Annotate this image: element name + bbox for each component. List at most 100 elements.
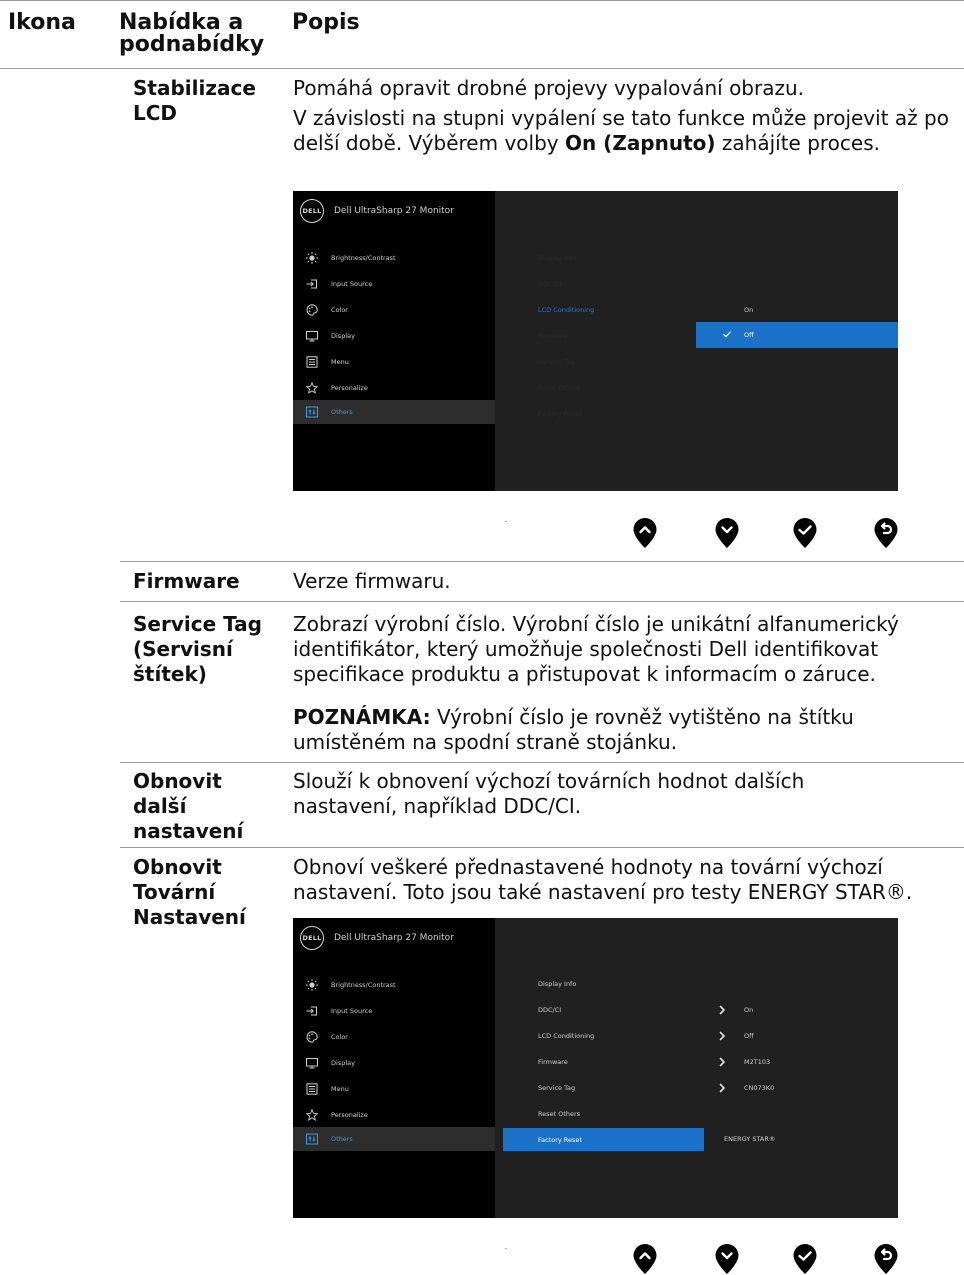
top-rule — [0, 0, 964, 1]
osd-menu-personalize[interactable]: Personalize — [293, 1103, 495, 1127]
star-icon — [306, 1109, 318, 1121]
osd-sub-service-tag[interactable]: Service Tag — [538, 1083, 575, 1093]
check-icon — [723, 331, 732, 338]
desc-lcd-p2-bold: On (Zapnuto) — [564, 131, 716, 155]
osd-menu-label: Others — [331, 408, 353, 416]
osd-menu-input-source[interactable]: Input Source — [293, 272, 495, 296]
osd-menu-color[interactable]: Color — [293, 298, 495, 322]
desc-lcd-p2-end: zahájíte proces. — [715, 131, 880, 155]
check-button-icon[interactable] — [792, 1243, 818, 1275]
osd-option-on[interactable]: On — [744, 305, 753, 315]
osd-buttons-1 — [632, 517, 902, 549]
osd-sub-reset-others[interactable]: Reset Others — [538, 383, 580, 393]
label-factory-reset: Obnovit Tovární Nastavení — [133, 855, 246, 929]
osd-value-lcd-conditioning: Off — [744, 1032, 754, 1040]
osd-menu-display[interactable]: Display — [293, 1051, 495, 1075]
chevron-right-icon — [719, 1005, 726, 1015]
chevron-right-icon — [719, 1031, 726, 1041]
osd-factory-reset: DELL Dell UltraSharp 27 Monitor Brightne… — [293, 918, 898, 1218]
osd-menu-brightness[interactable]: Brightness/Contrast — [293, 246, 495, 270]
menu-list-icon — [306, 356, 318, 368]
osd-menu-label: Brightness/Contrast — [331, 254, 396, 262]
back-button-icon[interactable] — [873, 1243, 899, 1275]
label-service-tag: Service Tag (Servisní štítek) — [133, 612, 262, 686]
display-icon — [306, 1058, 318, 1069]
osd-sub-firmware[interactable]: Firmware — [538, 1057, 568, 1067]
osd-menu-others[interactable]: Others — [293, 400, 495, 424]
osd-value-ddc-ci: On — [744, 1006, 754, 1014]
header-menu: Nabídka a podnabídky — [119, 10, 265, 57]
color-palette-icon — [306, 1031, 318, 1043]
osd-menu-label: Display — [331, 1059, 355, 1067]
brightness-icon — [306, 252, 318, 264]
osd-sub-ddc-ci[interactable]: DDC/CI — [538, 1005, 561, 1015]
star-icon — [306, 382, 318, 394]
osd-menu-label: Menu — [331, 1085, 349, 1093]
display-icon — [306, 331, 318, 342]
row-rule — [120, 601, 964, 602]
desc-lcd-conditioning: Pomáhá opravit drobné projevy vypalování… — [293, 76, 958, 156]
header-icon: Ikona — [8, 10, 76, 35]
osd-menu-others[interactable]: Others — [293, 1127, 495, 1151]
label-firmware: Firmware — [133, 569, 240, 593]
osd-menu-label: Display — [331, 332, 355, 340]
row-rule — [120, 847, 964, 848]
note-label: POZNÁMKA: — [293, 705, 431, 729]
desc-service-p1: Zobrazí výrobní číslo. Výrobní číslo je … — [293, 612, 899, 686]
desc-lcd-p1: Pomáhá opravit drobné projevy vypalování… — [293, 76, 805, 100]
osd-option-off[interactable]: Off — [696, 322, 898, 348]
down-button-icon[interactable] — [714, 1243, 740, 1275]
others-icon — [306, 406, 318, 418]
header-rule — [0, 68, 964, 69]
osd-sub-factory-reset[interactable]: Factory Reset — [538, 409, 582, 419]
color-palette-icon — [306, 304, 318, 316]
input-source-icon — [306, 1006, 317, 1016]
down-button-icon[interactable] — [714, 517, 740, 549]
osd-lcd-conditioning: DELL Dell UltraSharp 27 Monitor Brightne… — [293, 191, 898, 491]
osd-sub-service-tag[interactable]: Service Tag — [538, 357, 575, 367]
osd-menu-menu[interactable]: Menu — [293, 350, 495, 374]
osd-menu-label: Brightness/Contrast — [331, 981, 396, 989]
osd-menu-label: Personalize — [331, 384, 368, 392]
osd-sub-lcd-conditioning[interactable]: LCD Conditioning — [538, 305, 594, 315]
osd-sub-ddc-ci[interactable]: DDC/CI — [538, 279, 561, 289]
others-icon — [306, 1133, 318, 1145]
osd-menu-display[interactable]: Display — [293, 324, 495, 348]
dell-logo: DELL — [300, 926, 324, 950]
desc-reset-others: Slouží k obnovení výchozí továrních hodn… — [293, 769, 805, 818]
label-reset-others: Obnovit další nastavení — [133, 769, 244, 843]
check-button-icon[interactable] — [792, 517, 818, 549]
up-button-icon[interactable] — [632, 1243, 658, 1275]
osd-value-firmware: M2T103 — [744, 1058, 771, 1066]
osd-sub-lcd-conditioning[interactable]: LCD Conditioning — [538, 1031, 594, 1041]
osd-menu-label: Color — [331, 1033, 348, 1041]
chevron-right-icon — [719, 1057, 726, 1067]
osd-value-service-tag: CN073K0 — [744, 1084, 775, 1092]
osd-sub-display-info[interactable]: Display Info — [538, 979, 576, 989]
menu-list-icon — [306, 1083, 318, 1095]
osd-menu-input-source[interactable]: Input Source — [293, 999, 495, 1023]
osd-title: Dell UltraSharp 27 Monitor — [334, 206, 454, 216]
brightness-icon — [306, 979, 318, 991]
osd-sub-factory-reset[interactable]: Factory Reset — [503, 1128, 704, 1151]
desc-service-note: POZNÁMKA: Výrobní číslo je rovněž vytišt… — [293, 705, 893, 755]
header-description: Popis — [292, 10, 360, 35]
osd-sub-display-info[interactable]: Display Info — [538, 253, 576, 263]
dell-logo: DELL — [300, 199, 324, 223]
osd-menu-brightness[interactable]: Brightness/Contrast — [293, 973, 495, 997]
osd-menu-menu[interactable]: Menu — [293, 1077, 495, 1101]
osd-value-energy-star: ENERGY STAR® — [724, 1135, 776, 1143]
osd-menu-label: Input Source — [331, 1007, 373, 1015]
row-rule — [120, 762, 964, 763]
up-button-icon[interactable] — [632, 517, 658, 549]
osd-sub-label: Factory Reset — [538, 1136, 582, 1144]
osd-sub-reset-others[interactable]: Reset Others — [538, 1109, 580, 1119]
chevron-right-icon — [719, 1083, 726, 1093]
osd-menu-label: Color — [331, 306, 348, 314]
osd-option-label: Off — [744, 331, 754, 339]
osd-sub-firmware[interactable]: Firmware — [538, 331, 568, 341]
osd-menu-personalize[interactable]: Personalize — [293, 376, 495, 400]
back-button-icon[interactable] — [873, 517, 899, 549]
desc-lcd-p2: V závislosti na stupni vypálení se tato … — [293, 106, 953, 156]
osd-menu-color[interactable]: Color — [293, 1025, 495, 1049]
